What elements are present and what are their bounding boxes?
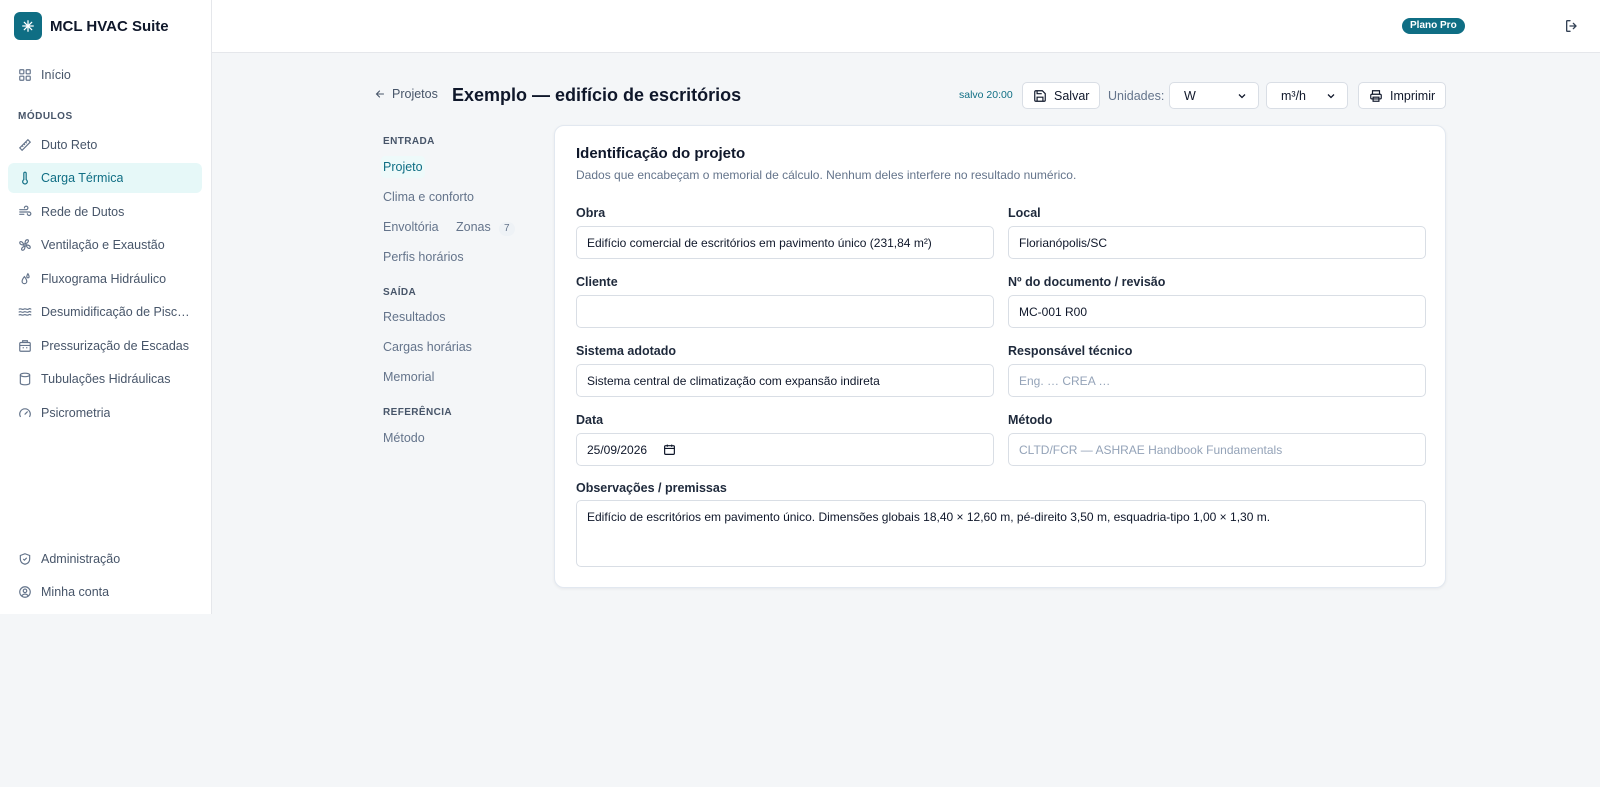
project-identification-card: Identificação do projeto Dados que encab…: [554, 125, 1446, 588]
documento-label: Nº do documento / revisão: [1008, 275, 1166, 289]
cliente-label: Cliente: [576, 275, 618, 289]
sistema-label: Sistema adotado: [576, 344, 677, 358]
wind-icon: [18, 205, 32, 219]
sidebar-item-carga-termica[interactable]: Carga Térmica: [8, 163, 202, 193]
units-label: Unidades:: [1108, 89, 1165, 103]
shield-check-icon: [18, 552, 32, 566]
print-button-label: Imprimir: [1390, 88, 1436, 103]
droplets-icon: [18, 272, 32, 286]
metodo-input[interactable]: CLTD/FCR — ASHRAE Handbook Fundamentals: [1008, 433, 1426, 466]
chevron-down-icon: [1238, 93, 1246, 98]
save-button[interactable]: Salvar: [1022, 82, 1101, 109]
waves-icon: [18, 305, 32, 319]
sidebar-item-minha-conta[interactable]: Minha conta: [8, 577, 202, 607]
sidebar: MCL HVAC Suite Início MÓDULOS Duto Reto …: [0, 0, 212, 614]
sidebar-item-inicio[interactable]: Início: [8, 60, 202, 90]
sidebar-item-tubulacoes[interactable]: Tubulações Hidráulicas: [8, 364, 202, 394]
flow-unit-value: m³/h: [1281, 88, 1306, 103]
sidebar-item-label: Ventilação e Exaustão: [41, 238, 165, 252]
sidebar-item-ventilacao[interactable]: Ventilação e Exaustão: [8, 230, 202, 260]
subnav-section-referencia: REFERÊNCIA: [383, 407, 453, 418]
card-subtitle: Dados que encabeçam o memorial de cálcul…: [576, 168, 1077, 182]
responsavel-label: Responsável técnico: [1008, 344, 1133, 358]
sidebar-item-label: Desumidificação de Piscin...: [41, 305, 191, 319]
subnav-item-memorial[interactable]: Memorial: [383, 370, 434, 384]
fan-icon: [18, 238, 32, 252]
plan-badge: Plano Pro: [1402, 18, 1465, 34]
subnav-item-envoltoria[interactable]: Envoltória: [383, 220, 439, 234]
calendar-icon[interactable]: [663, 443, 676, 456]
observacoes-label: Observações / premissas: [576, 481, 727, 495]
sidebar-item-fluxograma[interactable]: Fluxograma Hidráulico: [8, 264, 202, 294]
back-to-projects-link[interactable]: Projetos: [374, 87, 438, 101]
app-name: MCL HVAC Suite: [50, 17, 169, 35]
logout-icon[interactable]: [1564, 18, 1580, 34]
obra-input[interactable]: Edifício comercial de escritórios em pav…: [576, 226, 994, 259]
sidebar-item-duto-reto[interactable]: Duto Reto: [8, 130, 202, 160]
sidebar-item-label: Tubulações Hidráulicas: [41, 372, 171, 386]
subnav-section-entrada: ENTRADA: [383, 136, 435, 147]
subnav-item-label: Zonas: [456, 220, 491, 234]
data-label: Data: [576, 413, 604, 427]
topbar: Plano Pro: [212, 0, 1600, 53]
subnav-item-zonas[interactable]: Zonas 7: [456, 220, 515, 236]
sidebar-item-label: Rede de Dutos: [41, 205, 125, 219]
subnav-item-metodo[interactable]: Método: [383, 431, 425, 445]
metodo-label: Método: [1008, 413, 1053, 427]
power-unit-select[interactable]: W: [1169, 82, 1259, 109]
obra-label: Obra: [576, 206, 606, 220]
cylinder-icon: [18, 372, 32, 386]
date-input[interactable]: 25/09/2026: [576, 433, 994, 466]
sidebar-item-label: Fluxograma Hidráulico: [41, 272, 167, 286]
back-link-label: Projetos: [392, 87, 438, 101]
responsavel-input[interactable]: Eng. … CREA …: [1008, 364, 1426, 397]
brand[interactable]: MCL HVAC Suite: [0, 0, 211, 52]
documento-input[interactable]: MC-001 R00: [1008, 295, 1426, 328]
subnav-item-cargas[interactable]: Cargas horárias: [383, 340, 472, 354]
sidebar-item-psicrometria[interactable]: Psicrometria: [8, 398, 202, 428]
page-title: Exemplo — edifício de escritórios: [452, 85, 742, 105]
user-circle-icon: [18, 585, 32, 599]
printer-icon: [1370, 89, 1382, 102]
zonas-count-badge: 7: [498, 222, 515, 236]
gauge-icon: [18, 406, 32, 420]
subnav-item-projeto[interactable]: Projeto: [381, 156, 425, 178]
thermometer-icon: [18, 171, 32, 185]
arrow-left-icon: [375, 90, 385, 98]
observacoes-textarea[interactable]: Edifício de escritórios em pavimento úni…: [576, 500, 1426, 567]
save-icon: [1034, 89, 1046, 102]
sidebar-item-label: Pressurização de Escadas: [41, 339, 189, 353]
date-value: 25/09/2026: [587, 442, 648, 457]
layout-grid-icon: [18, 68, 32, 82]
modules-section-title: MÓDULOS: [18, 111, 73, 122]
sidebar-item-pressurizacao[interactable]: Pressurização de Escadas: [8, 331, 202, 361]
local-label: Local: [1008, 206, 1041, 220]
sidebar-item-desumidificacao[interactable]: Desumidificação de Piscin...: [8, 297, 202, 327]
sidebar-item-label: Duto Reto: [41, 138, 98, 152]
sistema-input[interactable]: Sistema central de climatização com expa…: [576, 364, 994, 397]
cliente-input[interactable]: [576, 295, 994, 328]
save-button-label: Salvar: [1054, 88, 1090, 103]
ruler-icon: [18, 138, 32, 152]
chevron-down-icon: [1327, 93, 1335, 98]
sidebar-item-label: Psicrometria: [41, 406, 111, 420]
print-button[interactable]: Imprimir: [1358, 82, 1447, 109]
sidebar-item-label: Minha conta: [41, 585, 110, 599]
power-unit-value: W: [1184, 88, 1196, 103]
subnav-section-saida: SAÍDA: [383, 287, 417, 298]
sidebar-item-label: Carga Térmica: [41, 171, 124, 185]
saved-status: salvo 20:00: [959, 89, 1013, 101]
card-title: Identificação do projeto: [576, 145, 746, 162]
subnav-item-clima[interactable]: Clima e conforto: [383, 190, 474, 204]
sidebar-item-administracao[interactable]: Administração: [8, 544, 202, 574]
sidebar-item-label: Início: [41, 68, 71, 82]
subnav-item-perfis[interactable]: Perfis horários: [383, 250, 464, 264]
flow-unit-select[interactable]: m³/h: [1266, 82, 1348, 109]
sidebar-item-rede-de-dutos[interactable]: Rede de Dutos: [8, 197, 202, 227]
local-input[interactable]: Florianópolis/SC: [1008, 226, 1426, 259]
building-icon: [18, 339, 32, 353]
sidebar-item-label: Administração: [41, 552, 121, 566]
snowflake-icon: [14, 12, 42, 40]
subnav-item-resultados[interactable]: Resultados: [383, 310, 446, 324]
